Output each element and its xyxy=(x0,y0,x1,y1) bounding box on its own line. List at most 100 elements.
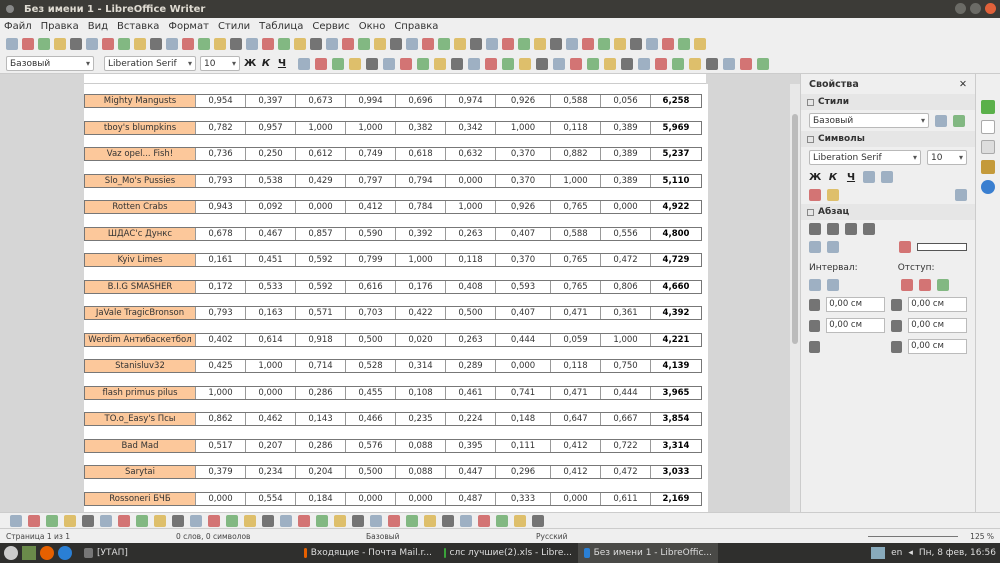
value-cell[interactable]: 0,000 xyxy=(196,492,246,505)
value-cell[interactable]: 0,161 xyxy=(196,254,246,266)
toolbar-button-2-icon[interactable] xyxy=(38,38,50,50)
total-cell[interactable]: 5,969 xyxy=(651,122,701,134)
toolbar-button-15-icon[interactable] xyxy=(246,38,258,50)
italic-button[interactable]: К xyxy=(260,58,272,69)
toolbar-button-43-icon[interactable] xyxy=(694,38,706,50)
value-cell[interactable]: 0,538 xyxy=(246,174,296,187)
underline-button[interactable]: Ч xyxy=(276,58,288,69)
draw-button-5-icon[interactable] xyxy=(100,514,112,527)
value-cell[interactable]: 0,556 xyxy=(601,227,651,240)
toolbar-button-14-icon[interactable] xyxy=(230,38,242,50)
draw-button-8-icon[interactable] xyxy=(154,514,166,527)
format-button-16-icon[interactable] xyxy=(570,57,582,70)
value-cell[interactable]: 0,954 xyxy=(196,95,246,107)
draw-button-29-icon[interactable] xyxy=(532,514,544,527)
toolbar-button-8-icon[interactable] xyxy=(134,38,146,50)
draw-button-24-icon[interactable] xyxy=(442,514,454,527)
total-cell[interactable]: 3,965 xyxy=(651,387,701,399)
draw-button-20-icon[interactable] xyxy=(370,514,382,527)
value-cell[interactable]: 0,673 xyxy=(296,95,346,107)
format-button-15-icon[interactable] xyxy=(553,57,565,70)
team-name-cell[interactable]: tboy's blumpkins xyxy=(85,121,196,134)
value-cell[interactable]: 0,554 xyxy=(246,492,296,505)
toolbar-button-33-icon[interactable] xyxy=(534,38,546,50)
value-cell[interactable]: 0,722 xyxy=(601,439,651,452)
value-cell[interactable]: 0,000 xyxy=(496,360,551,372)
draw-button-16-icon[interactable] xyxy=(298,514,310,527)
value-cell[interactable]: 0,392 xyxy=(396,227,446,240)
format-button-26-icon[interactable] xyxy=(740,57,752,70)
team-name-cell[interactable]: Kyiv Limes xyxy=(85,254,196,266)
value-cell[interactable]: 0,422 xyxy=(396,307,446,319)
value-cell[interactable]: 0,471 xyxy=(551,307,601,319)
toolbar-button-18-icon[interactable] xyxy=(294,38,306,50)
highlight-color-icon[interactable] xyxy=(827,189,839,201)
value-cell[interactable]: 0,263 xyxy=(446,333,496,346)
value-cell[interactable]: 0,616 xyxy=(346,280,396,293)
task-utap[interactable]: [УТАП] xyxy=(78,543,208,563)
value-cell[interactable]: 0,333 xyxy=(496,492,551,505)
value-cell[interactable]: 0,471 xyxy=(551,386,601,399)
value-cell[interactable]: 0,799 xyxy=(346,254,396,266)
value-cell[interactable]: 0,703 xyxy=(346,307,396,319)
draw-button-25-icon[interactable] xyxy=(460,514,472,527)
total-cell[interactable]: 4,392 xyxy=(651,307,701,319)
bullets-icon[interactable] xyxy=(809,241,821,253)
value-cell[interactable]: 0,714 xyxy=(296,360,346,372)
format-button-3-icon[interactable] xyxy=(349,57,361,70)
value-cell[interactable]: 0,500 xyxy=(346,466,396,478)
keyboard-layout[interactable]: en xyxy=(891,548,902,558)
value-cell[interactable]: 0,612 xyxy=(296,148,346,160)
team-name-cell[interactable]: Mighty Mangusts xyxy=(85,95,196,107)
value-cell[interactable]: 0,389 xyxy=(601,148,651,160)
draw-button-6-icon[interactable] xyxy=(118,514,130,527)
network-icon[interactable] xyxy=(871,547,886,559)
value-cell[interactable]: 0,000 xyxy=(296,201,346,213)
value-cell[interactable]: 0,614 xyxy=(246,333,296,346)
value-cell[interactable]: 0,118 xyxy=(446,254,496,266)
value-cell[interactable]: 0,235 xyxy=(396,413,446,425)
menu-2[interactable]: Вид xyxy=(88,21,108,32)
ubuntu-menu-icon[interactable] xyxy=(4,546,18,560)
horizontal-ruler[interactable] xyxy=(84,74,706,84)
draw-button-12-icon[interactable] xyxy=(226,514,238,527)
value-cell[interactable]: 0,408 xyxy=(446,280,496,293)
toolbar-button-17-icon[interactable] xyxy=(278,38,290,50)
shadow-icon[interactable] xyxy=(881,171,893,183)
toolbar-button-20-icon[interactable] xyxy=(326,38,338,50)
value-cell[interactable]: 0,590 xyxy=(346,227,396,240)
value-cell[interactable]: 0,407 xyxy=(496,227,551,240)
paragraph-section-header[interactable]: Абзац xyxy=(801,204,975,220)
value-cell[interactable]: 0,926 xyxy=(496,95,551,107)
value-cell[interactable]: 0,163 xyxy=(246,307,296,319)
value-cell[interactable]: 0,611 xyxy=(601,492,651,505)
value-cell[interactable]: 0,618 xyxy=(396,148,446,160)
before-indent-field[interactable]: 0,00 см xyxy=(908,297,967,312)
draw-button-28-icon[interactable] xyxy=(514,514,526,527)
firefox-icon[interactable] xyxy=(40,546,54,560)
value-cell[interactable]: 0,143 xyxy=(296,413,346,425)
clock[interactable]: Пн, 8 фев, 16:56 xyxy=(919,548,996,558)
volume-icon[interactable]: ◂ xyxy=(908,548,913,558)
menu-6[interactable]: Таблица xyxy=(259,21,303,32)
scrollbar-thumb[interactable] xyxy=(792,114,798,344)
toolbar-button-34-icon[interactable] xyxy=(550,38,562,50)
toolbar-button-11-icon[interactable] xyxy=(182,38,194,50)
team-name-cell[interactable]: Rossoneri БЧБ xyxy=(85,492,196,505)
team-name-cell[interactable]: JaVale TragicBronson xyxy=(85,307,196,319)
value-cell[interactable]: 0,370 xyxy=(496,174,551,187)
value-cell[interactable]: 0,750 xyxy=(601,360,651,372)
value-cell[interactable]: 0,207 xyxy=(246,439,296,452)
format-button-22-icon[interactable] xyxy=(672,57,684,70)
menu-1[interactable]: Правка xyxy=(41,21,79,32)
team-name-cell[interactable]: ШДАС'с Дункс xyxy=(85,227,196,240)
toolbar-button-4-icon[interactable] xyxy=(70,38,82,50)
value-cell[interactable]: 0,765 xyxy=(551,201,601,213)
value-cell[interactable]: 0,647 xyxy=(551,413,601,425)
value-cell[interactable]: 0,412 xyxy=(346,201,396,213)
language[interactable]: Русский xyxy=(530,532,730,541)
properties-tab-icon[interactable] xyxy=(981,100,995,114)
toolbar-button-16-icon[interactable] xyxy=(262,38,274,50)
team-name-cell[interactable]: Slo_Mo's Pussies xyxy=(85,174,196,187)
toolbar-button-13-icon[interactable] xyxy=(214,38,226,50)
